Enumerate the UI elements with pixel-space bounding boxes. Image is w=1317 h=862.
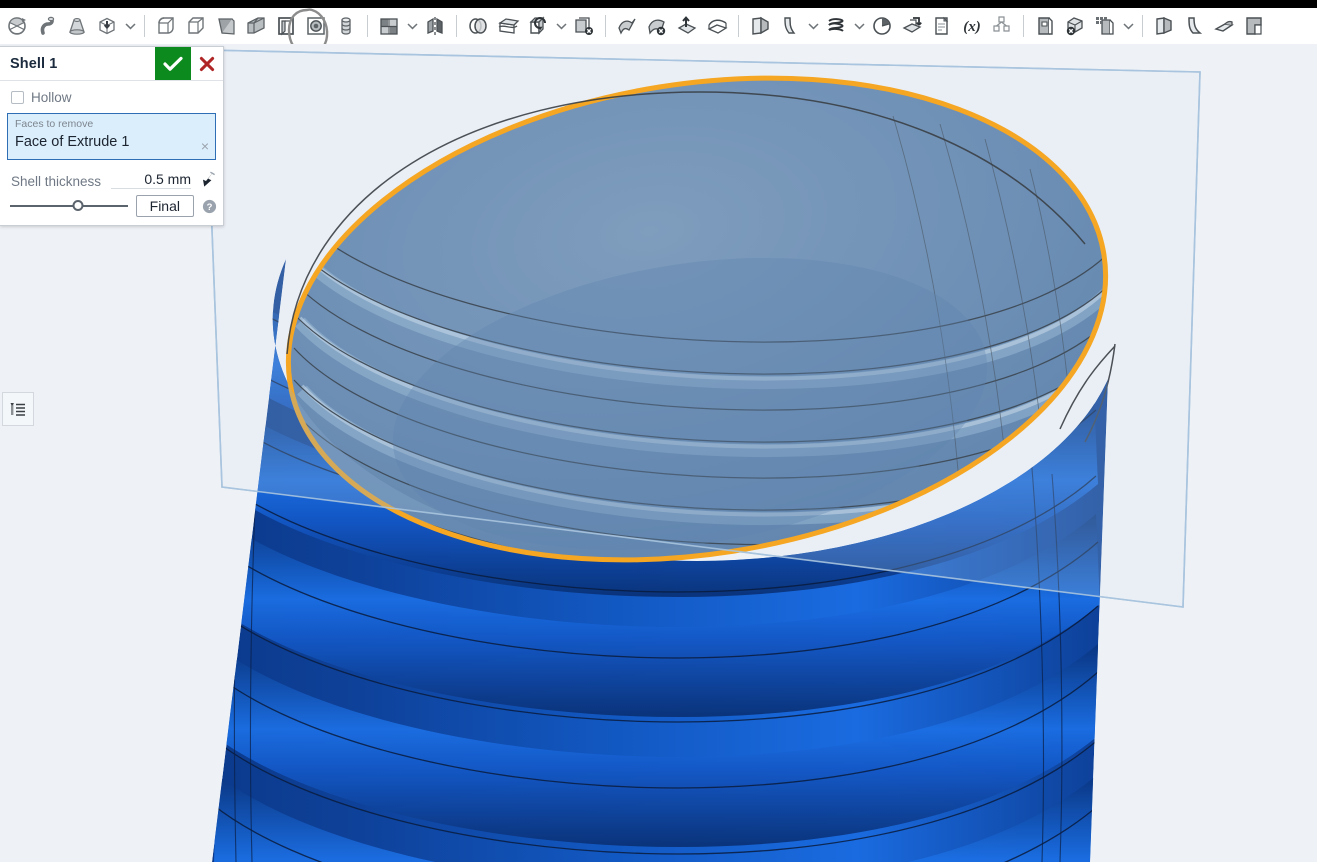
cancel-button[interactable] [191,47,223,80]
chamfer-icon[interactable] [181,10,211,42]
assembly-icon[interactable] [987,10,1017,42]
confirm-button[interactable] [155,47,191,80]
clear-selection-icon[interactable]: × [201,139,209,153]
slider-thumb[interactable] [72,200,84,211]
boolean-icon[interactable] [463,10,493,42]
rib-icon[interactable] [241,10,271,42]
split-icon[interactable] [493,10,523,42]
pattern-icon[interactable] [374,10,404,42]
window-top-strip [0,0,1317,8]
sheet-metal-flange-icon[interactable] [745,10,775,42]
tab-icon[interactable] [1239,10,1269,42]
fillet-icon[interactable] [151,10,181,42]
flatten-icon[interactable] [1209,10,1239,42]
variable-icon[interactable]: (x) [957,10,987,42]
shell-thickness-row: Shell thickness 0.5 mm [0,160,223,189]
surface-sweep-icon[interactable] [612,10,642,42]
toolbar-separator [738,15,739,37]
shell-icon[interactable] [271,10,301,42]
faces-to-remove-value: Face of Extrude 1 [15,134,130,150]
list-icon [10,403,25,416]
checkmark-icon [163,56,183,71]
sweep-icon[interactable] [32,10,62,42]
help-icon[interactable]: ? [202,199,217,214]
hollow-label: Hollow [31,90,72,105]
chevron-down-icon[interactable] [851,10,867,42]
import-derived-icon[interactable] [897,10,927,42]
move-face-icon[interactable] [672,10,702,42]
measure-pen-icon[interactable] [197,170,217,189]
chevron-down-icon[interactable] [404,10,420,42]
toolbar-separator [367,15,368,37]
loft-icon[interactable] [62,10,92,42]
toolbar-separator [605,15,606,37]
shell-feature-dialog[interactable]: Shell 1 Hollow Faces to remove Face of E… [0,46,224,226]
hollow-checkbox[interactable] [11,91,24,104]
onshape-part-studio-window: (x) Shell 1 Hollow Faces to remove Face … [0,0,1317,862]
slider-track [10,205,128,207]
faces-to-remove-label: Faces to remove [15,118,94,130]
shell-thickness-input[interactable]: 0.5 mm [111,171,191,189]
feature-list-toggle[interactable] [2,392,34,426]
faces-to-remove-field[interactable]: Faces to remove Face of Extrude 1 × [7,113,216,160]
hollow-checkbox-row[interactable]: Hollow [0,81,223,111]
dialog-title: Shell 1 [10,55,58,72]
delete-part-icon[interactable] [569,10,599,42]
hole-icon[interactable] [301,10,331,42]
dialog-header: Shell 1 [0,47,223,81]
chevron-down-icon[interactable] [553,10,569,42]
shell-thickness-slider-row[interactable]: Final ? [0,189,223,225]
transform-icon[interactable] [523,10,553,42]
final-button[interactable]: Final [135,195,194,217]
sheet-metal-bend-icon[interactable] [775,10,805,42]
chevron-down-icon[interactable] [1120,10,1136,42]
part-studio-icon[interactable] [1030,10,1060,42]
coil-icon[interactable] [821,10,851,42]
thicken-icon[interactable] [92,10,122,42]
helix-icon[interactable] [867,10,897,42]
shell-thickness-label: Shell thickness [11,174,102,189]
toolbar-separator [144,15,145,37]
chevron-down-icon[interactable] [122,10,138,42]
svg-text:(x): (x) [963,19,981,35]
sketch-plane-icon[interactable] [927,10,957,42]
thread-icon[interactable] [331,10,361,42]
toolbar-separator [1023,15,1024,37]
feature-toolbar[interactable]: (x) [0,8,1317,44]
delete-body-icon[interactable] [1060,10,1090,42]
delete-face-icon[interactable] [642,10,672,42]
thickness-slider[interactable] [10,199,128,213]
close-x-icon [199,56,215,71]
revolve-icon[interactable] [2,10,32,42]
svg-text:?: ? [207,202,213,213]
mirror-icon[interactable] [420,10,450,42]
configuration-icon[interactable] [1090,10,1120,42]
toolbar-separator [1142,15,1143,37]
enclosure-icon[interactable] [1149,10,1179,42]
draft-icon[interactable] [211,10,241,42]
toolbar-separator [456,15,457,37]
chevron-down-icon[interactable] [805,10,821,42]
bend-tool-icon[interactable] [1179,10,1209,42]
offset-surface-icon[interactable] [702,10,732,42]
